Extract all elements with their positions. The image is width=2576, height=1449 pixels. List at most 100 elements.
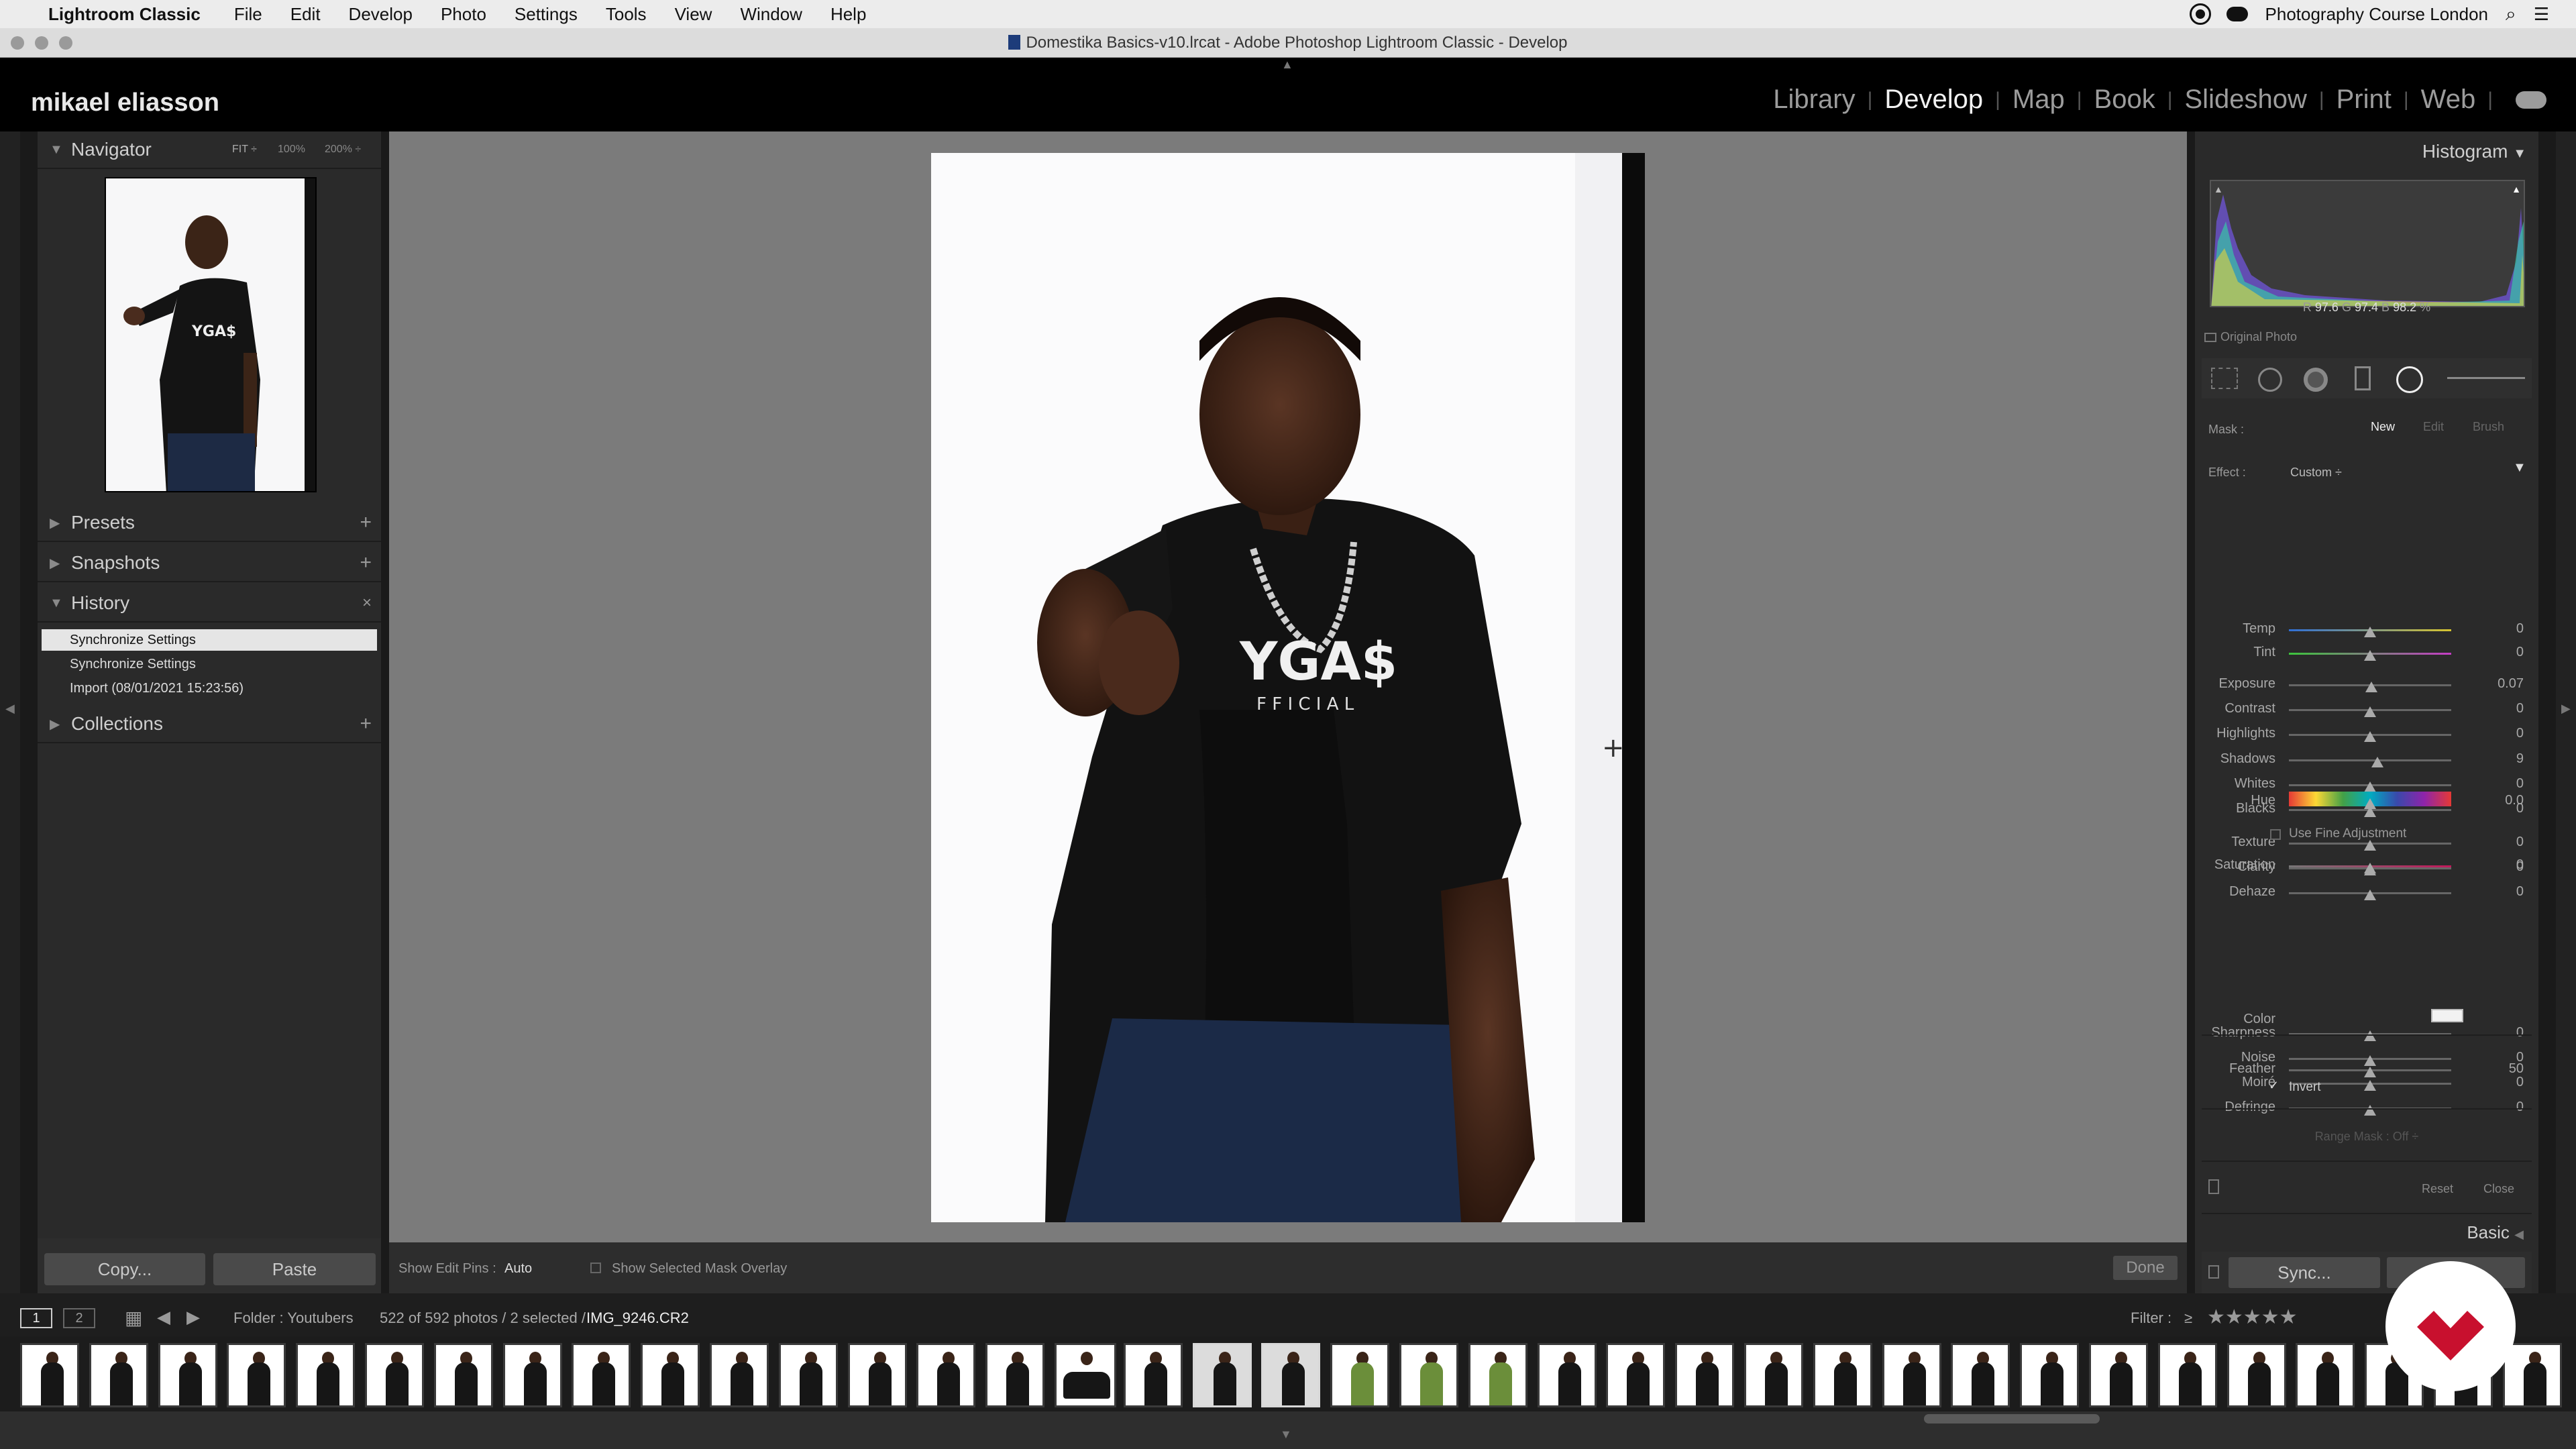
left-panel-edge[interactable]: ◀ [0, 131, 20, 1293]
basic-panel-header[interactable]: Basic ◀ [2467, 1222, 2524, 1243]
slider-knob[interactable] [2364, 840, 2376, 851]
filmstrip-thumbnail[interactable] [1744, 1343, 1803, 1407]
saturation-value[interactable]: 0 [2490, 857, 2524, 873]
forward-arrow-icon[interactable]: ▶ [186, 1307, 200, 1328]
filmstrip-source[interactable]: Folder : Youtubers [233, 1309, 354, 1327]
filmstrip-thumbnail[interactable] [1606, 1343, 1666, 1407]
module-print[interactable]: Print [2327, 85, 2401, 115]
graduated-filter-icon[interactable] [2355, 366, 2371, 390]
slider-value[interactable]: 9 [2490, 751, 2524, 767]
mask-brush-button[interactable]: Brush [2473, 420, 2504, 434]
filmstrip-thumbnail[interactable] [916, 1343, 976, 1407]
auto-sync-toggle[interactable] [2208, 1265, 2219, 1279]
slider-value[interactable]: 0 [2490, 1025, 2524, 1040]
copy-settings-button[interactable]: Copy... [44, 1253, 205, 1285]
filmstrip-thumbnail[interactable] [1399, 1343, 1458, 1407]
zoom-100[interactable]: 100% [278, 144, 305, 156]
presets-header[interactable]: ▶ Presets + [38, 504, 381, 542]
history-header[interactable]: ▼ History × [38, 585, 381, 623]
filmstrip-thumbnail[interactable] [710, 1343, 769, 1407]
slider-value[interactable]: 0 [2490, 701, 2524, 716]
filmstrip-thumbnail[interactable] [1261, 1343, 1321, 1407]
fine-adjustment-checkbox[interactable] [2270, 829, 2281, 840]
done-button[interactable]: Done [2113, 1256, 2178, 1280]
filmstrip-thumbnail[interactable] [1123, 1343, 1183, 1407]
menu-window[interactable]: Window [740, 4, 802, 25]
filmstrip-thumbnail[interactable] [158, 1343, 217, 1407]
feather-slider-knob[interactable] [2364, 1067, 2376, 1077]
filmstrip-thumbnail[interactable] [2157, 1343, 2217, 1407]
menu-help[interactable]: Help [830, 4, 866, 25]
close-button[interactable]: Close [2483, 1182, 2514, 1196]
clear-history-icon[interactable]: × [362, 594, 372, 612]
filmstrip-thumbnail[interactable] [778, 1343, 838, 1407]
show-edit-pins-select[interactable]: Auto [504, 1261, 532, 1277]
slider-knob[interactable] [2364, 782, 2376, 792]
shadow-clipping-icon[interactable]: ▲ [2214, 184, 2223, 195]
mask-toggle-icon[interactable] [2208, 1179, 2219, 1194]
history-item[interactable]: Synchronize Settings [42, 629, 377, 651]
red-eye-icon[interactable] [2304, 368, 2328, 392]
filmstrip-thumbnail[interactable] [1675, 1343, 1735, 1407]
add-preset-icon[interactable]: + [360, 511, 372, 534]
menu-develop[interactable]: Develop [349, 4, 413, 25]
filmstrip-thumbnail[interactable] [1055, 1343, 1116, 1407]
slider-value[interactable]: 0 [2490, 835, 2524, 850]
spot-removal-icon[interactable] [2258, 368, 2282, 392]
mask-new-button[interactable]: New [2371, 420, 2395, 434]
slider-knob[interactable] [2364, 706, 2376, 717]
collapse-filmstrip-icon[interactable]: ▼ [1280, 1428, 1292, 1442]
slider-knob[interactable] [2364, 1030, 2376, 1041]
navigator-header[interactable]: ▼ Navigator FIT ÷ 100% 200% ÷ [38, 131, 381, 169]
menu-photo[interactable]: Photo [441, 4, 486, 25]
right-panel-edge[interactable]: ▶ [2556, 131, 2576, 1293]
filmstrip-thumbnail[interactable] [572, 1343, 631, 1407]
reset-button[interactable]: Reset [2422, 1182, 2453, 1196]
filmstrip-thumbnail[interactable] [2226, 1343, 2286, 1407]
feather-value[interactable]: 50 [2490, 1061, 2524, 1077]
zoom-fit[interactable]: FIT ÷ [232, 144, 257, 156]
saturation-slider-knob[interactable] [2364, 863, 2376, 873]
main-window-button[interactable]: 1 [20, 1308, 52, 1328]
filmstrip-thumbnail[interactable] [1192, 1343, 1252, 1407]
module-slideshow[interactable]: Slideshow [2176, 85, 2316, 115]
sync-button[interactable]: Sync... [2229, 1257, 2380, 1288]
slider-knob[interactable] [2364, 1080, 2376, 1091]
slider-knob[interactable] [2364, 627, 2376, 637]
slider-value[interactable]: 0.07 [2490, 676, 2524, 692]
spotlight-search-icon[interactable]: ⌕ [2506, 3, 2516, 25]
adjustment-brush-icon[interactable] [2447, 377, 2525, 379]
filmstrip-filename[interactable]: IMG_9246.CR2 [586, 1309, 689, 1327]
hue-value[interactable]: 0.0 [2490, 793, 2524, 808]
mask-overlay-checkbox[interactable] [590, 1263, 601, 1273]
filter-stars[interactable]: ★★★★★ [2207, 1305, 2297, 1329]
control-center-icon[interactable]: ☰ [2534, 4, 2549, 25]
add-collection-icon[interactable]: + [360, 712, 372, 735]
menubar-user-label[interactable]: Photography Course London [2265, 4, 2488, 25]
hue-slider-knob[interactable] [2364, 798, 2376, 809]
filmstrip-thumbnail[interactable] [2089, 1343, 2148, 1407]
module-map[interactable]: Map [2003, 85, 2074, 115]
slider-value[interactable]: 0 [2490, 884, 2524, 900]
histogram[interactable]: ▲ ▲ [2210, 180, 2525, 307]
histogram-title[interactable]: Histogram ▼ [2422, 141, 2526, 162]
cloud-sync-icon[interactable] [2516, 91, 2546, 109]
scrollbar-thumb[interactable] [1924, 1414, 2100, 1424]
menu-file[interactable]: File [234, 4, 262, 25]
menu-edit[interactable]: Edit [290, 4, 321, 25]
record-icon[interactable] [2189, 3, 2211, 25]
mask-edit-button[interactable]: Edit [2423, 420, 2444, 434]
menu-app-name[interactable]: Lightroom Classic [48, 4, 201, 25]
filmstrip-thumbnail[interactable] [227, 1343, 286, 1407]
filmstrip-thumbnail[interactable] [433, 1343, 493, 1407]
slider-knob[interactable] [2364, 731, 2376, 742]
module-web[interactable]: Web [2412, 85, 2485, 115]
filmstrip-thumbnail[interactable] [1951, 1343, 2010, 1407]
paste-settings-button[interactable]: Paste [213, 1253, 376, 1285]
slider-value[interactable]: 0 [2490, 726, 2524, 741]
slider-value[interactable]: 0 [2490, 645, 2524, 660]
add-snapshot-icon[interactable]: + [360, 551, 372, 574]
grid-view-icon[interactable]: ▦ [125, 1307, 142, 1329]
filmstrip-thumbnail[interactable] [2296, 1343, 2355, 1407]
filter-operator[interactable]: ≥ [2184, 1309, 2192, 1327]
